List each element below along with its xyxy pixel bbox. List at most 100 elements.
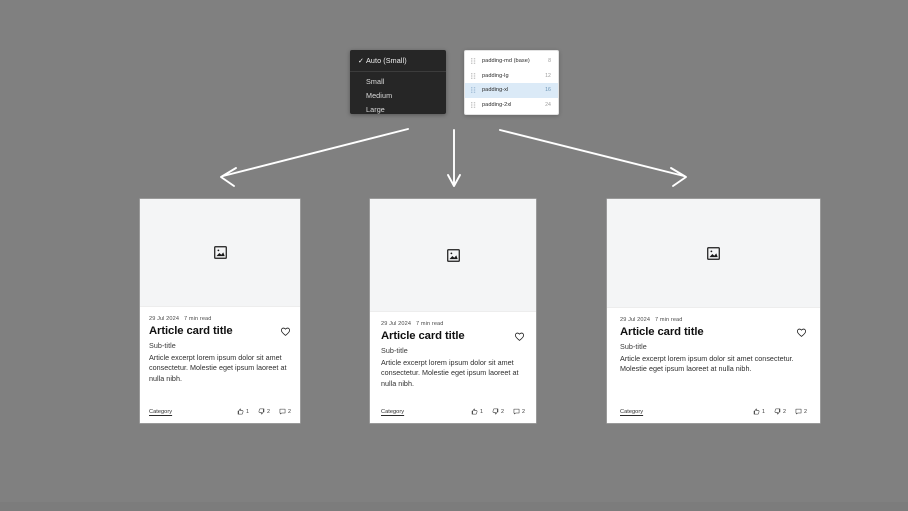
article-card[interactable]: 29 Jul 2024 7 min read Article card titl… <box>370 199 536 423</box>
like-stat[interactable]: 1 <box>471 408 483 415</box>
card-body: 29 Jul 2024 7 min read Article card titl… <box>370 312 536 423</box>
token-name: padding-2xl <box>482 101 512 108</box>
comment-stat[interactable]: 2 <box>279 408 291 415</box>
dislike-count: 2 <box>501 408 504 415</box>
arrow-to-left-card <box>220 128 409 187</box>
card-date: 29 Jul 2024 <box>381 321 412 327</box>
card-category-link[interactable]: Category <box>149 409 172 415</box>
card-stats: 1 2 2 <box>237 408 291 415</box>
drag-handle-icon[interactable] <box>471 58 478 65</box>
card-excerpt: Article excerpt lorem ipsum dolor sit am… <box>381 358 519 388</box>
card-title-row: Article card title <box>620 326 807 339</box>
card-date: 29 Jul 2024 <box>620 317 651 323</box>
check-icon: ✓ <box>358 57 364 65</box>
card-title-row: Article card title <box>381 330 525 343</box>
card-stats: 1 2 2 <box>753 408 807 415</box>
menu-item-medium[interactable]: Medium <box>350 89 446 103</box>
menu-item-label: Large <box>366 105 385 114</box>
drag-handle-icon[interactable] <box>471 101 478 108</box>
image-placeholder-icon <box>707 246 720 260</box>
design-canvas: ✓ Auto (Small) Small Medium Large paddin… <box>0 0 908 511</box>
card-category-link[interactable]: Category <box>381 409 404 415</box>
comment-stat[interactable]: 2 <box>795 408 807 415</box>
thumbs-down-icon[interactable] <box>492 408 499 415</box>
menu-item-label: Medium <box>366 91 393 100</box>
menu-item-auto-small[interactable]: ✓ Auto (Small) <box>350 54 446 68</box>
comment-count: 2 <box>288 408 291 415</box>
token-name: padding-xl <box>482 87 509 94</box>
card-footer: Category 1 2 2 <box>620 408 807 415</box>
card-footer: Category 1 2 2 <box>381 408 525 415</box>
card-meta: 29 Jul 2024 7 min read <box>381 321 525 327</box>
heart-icon[interactable] <box>280 326 291 337</box>
card-stats: 1 2 2 <box>471 408 525 415</box>
like-count: 1 <box>762 408 765 415</box>
token-value: 8 <box>548 58 551 65</box>
heart-icon[interactable] <box>514 331 525 342</box>
dislike-stat[interactable]: 2 <box>492 408 504 415</box>
comment-icon[interactable] <box>795 408 802 415</box>
dislike-stat[interactable]: 2 <box>774 408 786 415</box>
menu-item-large[interactable]: Large <box>350 103 446 117</box>
article-card[interactable]: 29 Jul 2024 7 min read Article card titl… <box>140 199 300 423</box>
card-title: Article card title <box>620 326 704 338</box>
card-title: Article card title <box>149 325 233 337</box>
like-stat[interactable]: 1 <box>753 408 765 415</box>
card-date: 29 Jul 2024 <box>149 316 180 322</box>
card-title: Article card title <box>381 330 465 342</box>
card-media <box>607 199 820 308</box>
card-read-time: 7 min read <box>655 317 683 323</box>
size-dropdown[interactable]: ✓ Auto (Small) Small Medium Large <box>350 50 446 114</box>
card-category-link[interactable]: Category <box>620 409 643 415</box>
comment-icon[interactable] <box>279 408 286 415</box>
like-count: 1 <box>246 408 249 415</box>
comment-icon[interactable] <box>513 408 520 415</box>
drag-handle-icon[interactable] <box>471 87 478 94</box>
token-value: 16 <box>545 87 551 94</box>
card-meta: 29 Jul 2024 7 min read <box>149 316 291 322</box>
padding-token-panel[interactable]: padding-md (base) 8 padding-lg 12 paddin… <box>464 50 559 115</box>
comment-stat[interactable]: 2 <box>513 408 525 415</box>
card-read-time: 7 min read <box>416 321 444 327</box>
token-name: padding-lg <box>482 72 509 79</box>
arrow-to-right-card <box>499 129 687 187</box>
token-row-padding-xl[interactable]: padding-xl 16 <box>465 83 558 98</box>
dislike-count: 2 <box>783 408 786 415</box>
token-row-padding-lg[interactable]: padding-lg 12 <box>465 69 558 84</box>
article-card[interactable]: 29 Jul 2024 7 min read Article card titl… <box>607 199 820 423</box>
heart-icon[interactable] <box>796 327 807 338</box>
dislike-stat[interactable]: 2 <box>258 408 270 415</box>
menu-item-label: Small <box>366 77 385 86</box>
card-subtitle: Sub-title <box>381 346 408 355</box>
token-name: padding-md (base) <box>482 58 530 65</box>
token-value: 12 <box>545 72 551 79</box>
like-stat[interactable]: 1 <box>237 408 249 415</box>
card-media <box>370 199 536 312</box>
thumbs-down-icon[interactable] <box>774 408 781 415</box>
card-title-row: Article card title <box>149 325 291 338</box>
token-value: 24 <box>545 101 551 108</box>
thumbs-up-icon[interactable] <box>753 408 760 415</box>
menu-item-small[interactable]: Small <box>350 75 446 89</box>
card-meta: 29 Jul 2024 7 min read <box>620 317 807 323</box>
token-row-padding-md[interactable]: padding-md (base) 8 <box>465 54 558 69</box>
card-subtitle: Sub-title <box>620 342 647 351</box>
card-subtitle: Sub-title <box>149 341 176 350</box>
thumbs-up-icon[interactable] <box>471 408 478 415</box>
card-read-time: 7 min read <box>184 316 212 322</box>
thumbs-up-icon[interactable] <box>237 408 244 415</box>
menu-divider <box>350 71 446 72</box>
token-row-padding-2xl[interactable]: padding-2xl 24 <box>465 98 558 113</box>
comment-count: 2 <box>804 408 807 415</box>
comment-count: 2 <box>522 408 525 415</box>
card-body: 29 Jul 2024 7 min read Article card titl… <box>140 307 300 423</box>
image-placeholder-icon <box>213 246 227 259</box>
drag-handle-icon[interactable] <box>471 72 478 79</box>
image-placeholder-icon <box>446 248 460 262</box>
card-footer: Category 1 2 2 <box>149 408 291 415</box>
thumbs-down-icon[interactable] <box>258 408 265 415</box>
menu-item-label: Auto (Small) <box>366 56 407 65</box>
arrow-to-center-card <box>447 129 461 187</box>
card-excerpt: Article excerpt lorem ipsum dolor sit am… <box>149 353 287 383</box>
dislike-count: 2 <box>267 408 270 415</box>
